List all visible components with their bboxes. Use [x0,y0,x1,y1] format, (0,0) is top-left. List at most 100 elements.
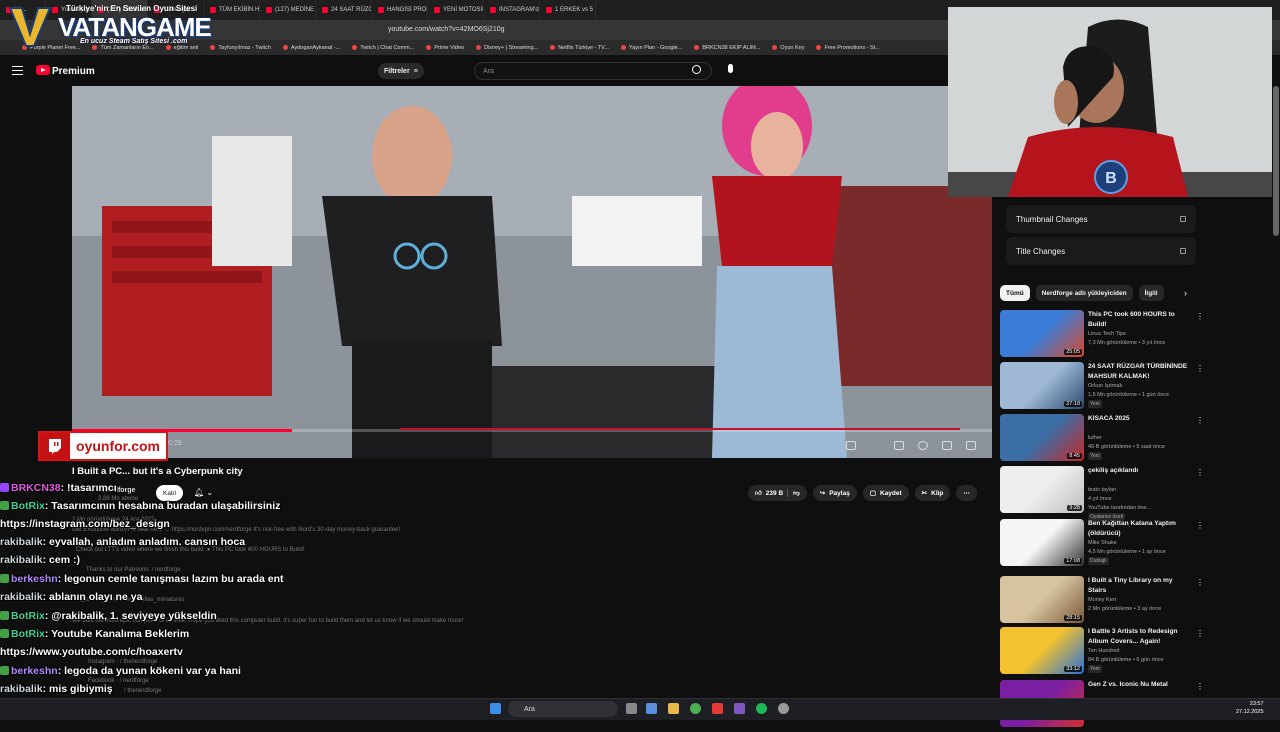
chip-uploader[interactable]: Nerdforge adlı yükleyiciden [1035,285,1133,301]
brave-icon[interactable] [712,703,723,714]
more-vert-icon[interactable]: ⋮ [1196,629,1204,638]
task-view-icon[interactable] [626,703,637,714]
recommended-channel[interactable]: Linus Tech Tips [1088,330,1126,338]
bookmark-item[interactable]: BRKCN38 EKİP ALIM... [694,45,760,51]
video-frame [72,86,992,458]
bookmark-item[interactable]: Disney+ | Streaming... [476,45,538,51]
subtitles-icon[interactable] [846,441,856,450]
vatangame-logo-icon [8,7,52,47]
video-thumbnail[interactable]: 3:28 [1000,466,1084,513]
more-vert-icon[interactable]: ⋮ [1196,521,1204,530]
tab-favicon-icon [546,7,552,13]
recommended-channel[interactable]: Mike Shake [1088,539,1117,547]
spotify-icon[interactable] [756,703,767,714]
recommended-channel[interactable]: testo taylan [1088,486,1116,494]
thumbs-up-icon: 👍︎ [755,490,762,497]
browser-tab[interactable]: HANGİSİ PROFESYO... [372,0,428,20]
recommended-title[interactable]: I Built a Tiny Library on my Stairs [1088,576,1188,595]
recommended-video[interactable]: 17:08 Ben Kağıttan Katana Yaptım (öldürüc… [1000,519,1204,571]
file-explorer-icon[interactable] [668,703,679,714]
recommended-channel[interactable]: Morley Kert [1088,596,1116,604]
taskbar-search[interactable]: Ara [508,701,618,717]
search-input[interactable]: Ara [474,62,712,80]
recommended-channel[interactable]: Orkun Işıtmak [1088,382,1122,390]
tab-title: 1 ERKEK vs 5 KADIN... [555,7,595,13]
tab-favicon-icon [434,7,440,13]
fullscreen-icon[interactable] [966,441,976,450]
taskbar-clock[interactable]: 23:57 27.12.2025 [1236,700,1264,716]
share-button[interactable]: ↪ Paylaş [812,485,857,501]
like-button[interactable]: 👍︎ 239 B 👎︎ [748,485,807,501]
more-vert-icon[interactable]: ⋮ [1196,578,1204,587]
search-icon[interactable] [692,65,701,74]
browser-tab[interactable]: (127) MEDİNE SAYA... [260,0,316,20]
chip-related[interactable]: İlgili [1138,285,1164,301]
chip-all[interactable]: Tümü [1000,285,1030,301]
page-scrollbar[interactable] [1273,86,1279,236]
video-thumbnail[interactable]: 25:05 [1000,310,1084,357]
recommended-video[interactable]: 27:18 24 SAAT RÜZGAR TÜRBİNİNDE MAHSUR KA… [1000,362,1204,414]
recommended-title[interactable]: Gen Z vs. Iconic Nu Metal [1088,680,1188,690]
filters-button[interactable]: Filtreler ≡ [378,63,424,79]
chrome-icon[interactable] [690,703,701,714]
start-icon[interactable] [490,703,501,714]
bookmark-item[interactable]: Twitch | Chat Comm... [352,45,414,51]
locked-panel-thumbnail[interactable]: Thumbnail Changes [1006,205,1196,233]
recommended-title[interactable]: I Battle 3 Artists to Redesign Album Cov… [1088,627,1188,646]
browser-tab[interactable]: INSTAGRAM'da SAT... [484,0,540,20]
microphone-icon[interactable] [728,64,733,73]
recommended-title[interactable]: 24 SAAT RÜZGAR TÜRBİNİNDE MAHSUR KALMAK! [1088,362,1188,381]
recommended-channel[interactable]: luther [1088,434,1102,442]
recommended-title[interactable]: çekiliş açıklandı [1088,466,1188,476]
discord-icon[interactable] [734,703,745,714]
bookmark-item[interactable]: Oyun Key [772,45,804,51]
video-thumbnail[interactable]: 28:15 [1000,576,1084,623]
menu-icon[interactable] [12,66,23,75]
video-thumbnail[interactable]: 17:08 [1000,519,1084,566]
chat-username: berkeshn [11,665,58,677]
miniplayer-icon[interactable] [894,441,904,450]
browser-tab[interactable]: YENİ MOTOSİKLETİ... [428,0,484,20]
bookmark-item[interactable]: Free Promotions - St... [816,45,879,51]
chevron-right-icon[interactable]: › [1184,288,1187,298]
recommended-title[interactable]: Ben Kağıttan Katana Yaptım (öldürücü) [1088,519,1188,538]
more-vert-icon[interactable]: ⋮ [1196,312,1204,321]
url-text[interactable]: youtube.com/watch?v=42MO6Sj210g [388,26,505,33]
video-player[interactable] [72,86,992,458]
settings-icon[interactable] [918,441,928,450]
more-actions-button[interactable]: ⋯ [956,485,977,501]
browser-tab[interactable]: 24 SAAT RÜZGAR T... [316,0,372,20]
save-button[interactable]: ▢ Kaydet [862,485,909,501]
recommended-video[interactable]: 28:15 I Built a Tiny Library on my Stairs… [1000,576,1204,628]
youtube-logo-icon[interactable] [36,65,50,75]
video-thumbnail[interactable]: 8:45 [1000,414,1084,461]
bookmark-item[interactable]: Yayın Plan - Google... [621,45,682,51]
copilot-icon[interactable] [646,703,657,714]
settings-gear-icon[interactable] [778,703,789,714]
recommended-video[interactable]: 8:45 KISACA 2025 luther 49 B görüntüleme • … [1000,414,1204,466]
more-vert-icon[interactable]: ⋮ [1196,682,1204,691]
thumbs-down-icon[interactable]: 👎︎ [787,489,800,497]
recommended-title[interactable]: KISACA 2025 [1088,414,1188,424]
locked-panel-title[interactable]: Title Changes [1006,237,1196,265]
share-label: Paylaş [829,489,850,497]
more-vert-icon[interactable]: ⋮ [1196,468,1204,477]
clip-button[interactable]: ✂ Klip [914,485,951,501]
premium-label[interactable]: Premium [52,66,95,77]
recommended-video[interactable]: 25:05 This PC took 600 HOURS to Build! Lin… [1000,310,1204,362]
chat-badge-icon [0,501,9,510]
more-vert-icon[interactable]: ⋮ [1196,364,1204,373]
video-thumbnail[interactable]: 27:18 [1000,362,1084,409]
bookmark-item[interactable]: Prime Video [426,45,464,51]
theater-icon[interactable] [942,441,952,450]
recommended-video[interactable]: 33:12 I Battle 3 Artists to Redesign Albu… [1000,627,1204,679]
recommended-video[interactable]: 3:28 çekiliş açıklandı testo taylan 4 yıl ö… [1000,466,1204,521]
recommended-channel[interactable]: Ten Hundred [1088,647,1120,655]
chat-username: BotRix [11,500,45,512]
video-thumbnail[interactable]: 33:12 [1000,627,1084,674]
bookmark-item[interactable]: AydoganAykanat -... [283,45,340,51]
bookmark-item[interactable]: Netflix Türkiye - TV... [550,45,609,51]
recommended-title[interactable]: This PC took 600 HOURS to Build! [1088,310,1188,329]
browser-tab[interactable]: 1 ERKEK vs 5 KADIN... [540,0,596,20]
more-vert-icon[interactable]: ⋮ [1196,416,1204,425]
